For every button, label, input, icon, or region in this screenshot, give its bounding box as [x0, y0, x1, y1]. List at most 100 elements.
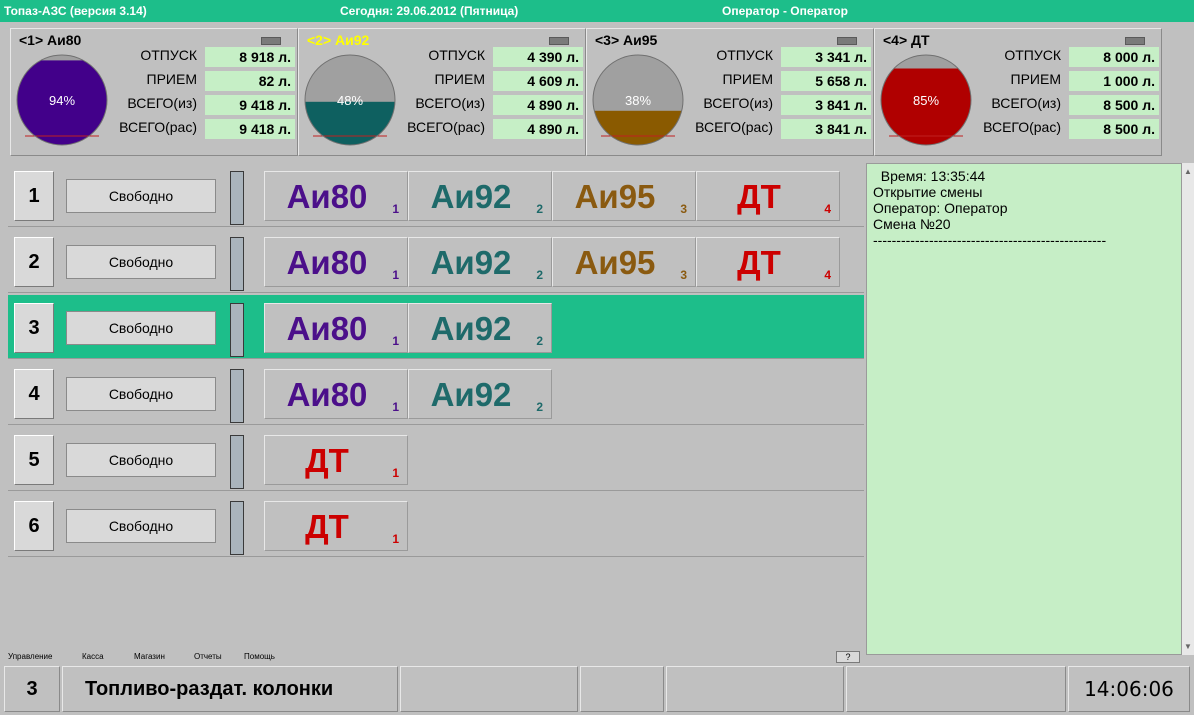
tank-label-total_calc: ВСЕГО(рас) — [407, 119, 485, 135]
pump-indicator — [230, 369, 244, 423]
nozzle-button[interactable]: ДТ 4 — [696, 171, 840, 221]
status-cell-1 — [400, 666, 578, 712]
app-title: Топаз-АЗС (версия 3.14) — [4, 4, 147, 18]
nozzle-fuel: Аи80 — [286, 178, 368, 215]
event-log: Время: 13:35:44 Открытие смены Оператор: О… — [866, 163, 1182, 655]
nozzle-button[interactable]: Аи80 1 — [264, 237, 408, 287]
clock: 14:06:06 — [1068, 666, 1190, 712]
nozzle-button[interactable]: Аи80 1 — [264, 369, 408, 419]
nozzle-fuel: ДТ — [737, 244, 781, 281]
pump-number[interactable]: 3 — [14, 303, 54, 353]
nozzle-button[interactable]: Аи92 2 — [408, 237, 552, 287]
nozzle-button[interactable]: ДТ 1 — [264, 435, 408, 485]
nozzle-button[interactable]: ДТ 4 — [696, 237, 840, 287]
pump-indicator — [230, 501, 244, 555]
nozzle-index: 1 — [392, 466, 399, 480]
nozzle-index: 2 — [536, 334, 543, 348]
tank-card: <3> Аи95 38% ОТПУСК 3 341 л. ПРИЕМ 5 658 л. ВС… — [586, 28, 874, 156]
nozzle-button[interactable]: Аи80 1 — [264, 171, 408, 221]
tank-percent: 38% — [625, 93, 651, 108]
pump-number[interactable]: 2 — [14, 237, 54, 287]
tank-title: <1> Аи80 — [19, 32, 82, 48]
scroll-down-icon[interactable]: ▼ — [1184, 642, 1192, 651]
pump-number[interactable]: 6 — [14, 501, 54, 551]
nozzle-fuel: Аи95 — [574, 178, 656, 215]
title-bar: Топаз-АЗС (версия 3.14) Сегодня: 29.06.2… — [0, 0, 1194, 22]
menu-shop[interactable]: Магазин — [134, 652, 165, 661]
nozzle-index: 1 — [392, 400, 399, 414]
pumps-panel: 1 Свободно Аи80 1 Аи92 2 Аи95 3 ДТ 4 2 Свободно Аи80… — [0, 163, 864, 647]
tank-label-in: ПРИЕМ — [1010, 71, 1061, 87]
pump-status-button[interactable]: Свободно — [66, 179, 216, 213]
pump-row[interactable]: 6 Свободно ДТ 1 — [8, 493, 864, 557]
menu-cash[interactable]: Касса — [82, 652, 104, 661]
log-line: Смена №20 — [873, 216, 951, 232]
tank-label-in: ПРИЕМ — [434, 71, 485, 87]
nozzle-fuel: Аи80 — [286, 244, 368, 281]
tank-label-out: ОТПУСК — [716, 47, 773, 63]
pump-indicator — [230, 435, 244, 489]
nozzle-fuel: ДТ — [305, 442, 349, 479]
tank-value-total_from: 8 500 л. — [1069, 95, 1159, 115]
pump-indicator — [230, 303, 244, 357]
nozzle-button[interactable]: Аи95 3 — [552, 237, 696, 287]
status-bar: 3 Топливо-раздат. колонки 14:06:06 — [0, 664, 1194, 715]
tank-value-in: 5 658 л. — [781, 71, 871, 91]
log-line: Открытие смены — [873, 184, 983, 200]
nozzle-button[interactable]: Аи80 1 — [264, 303, 408, 353]
tank-label-out: ОТПУСК — [428, 47, 485, 63]
pump-status-button[interactable]: Свободно — [66, 245, 216, 279]
tanks-panel: <1> Аи80 94% ОТПУСК 8 918 л. ПРИЕМ 82 л. ВСЕГО… — [0, 22, 1194, 160]
menu-control[interactable]: Управление — [8, 652, 52, 661]
tank-value-out: 8 918 л. — [205, 47, 295, 67]
status-cell-2 — [580, 666, 664, 712]
scroll-up-icon[interactable]: ▲ — [1184, 167, 1192, 176]
nozzle-button[interactable]: ДТ 1 — [264, 501, 408, 551]
tank-title: <4> ДТ — [883, 32, 930, 48]
menu-help[interactable]: Помощь — [244, 652, 275, 661]
tank-title: <3> Аи95 — [595, 32, 658, 48]
nozzle-index: 3 — [680, 268, 687, 282]
pump-status-button[interactable]: Свободно — [66, 509, 216, 543]
nozzle-button[interactable]: Аи92 2 — [408, 303, 552, 353]
pump-status-button[interactable]: Свободно — [66, 377, 216, 411]
tank-title: <2> Аи92 — [307, 32, 370, 48]
tank-value-in: 1 000 л. — [1069, 71, 1159, 91]
nozzle-index: 2 — [536, 400, 543, 414]
screen-number: 3 — [4, 666, 60, 712]
tank-indicator — [837, 37, 857, 45]
pump-number[interactable]: 4 — [14, 369, 54, 419]
pump-indicator — [230, 171, 244, 225]
pump-row[interactable]: 4 Свободно Аи80 1 Аи92 2 — [8, 361, 864, 425]
screen-title: Топливо-раздат. колонки — [62, 666, 398, 712]
help-button[interactable]: ? — [836, 651, 860, 663]
pump-row[interactable]: 1 Свободно Аи80 1 Аи92 2 Аи95 3 ДТ 4 — [8, 163, 864, 227]
log-line: Оператор: Оператор — [873, 200, 1008, 216]
pump-status-button[interactable]: Свободно — [66, 443, 216, 477]
nozzle-button[interactable]: Аи92 2 — [408, 369, 552, 419]
pump-row[interactable]: 5 Свободно ДТ 1 — [8, 427, 864, 491]
status-cell-4 — [846, 666, 1066, 712]
operator-label: Оператор - Оператор — [722, 4, 848, 18]
nozzle-button[interactable]: Аи92 2 — [408, 171, 552, 221]
tank-card: <1> Аи80 94% ОТПУСК 8 918 л. ПРИЕМ 82 л. ВСЕГО… — [10, 28, 298, 156]
tank-card: <4> ДТ 85% ОТПУСК 8 000 л. ПРИЕМ 1 000 л. ВСЕГ… — [874, 28, 1162, 156]
pump-number[interactable]: 1 — [14, 171, 54, 221]
tank-value-total_calc: 3 841 л. — [781, 119, 871, 139]
pump-row[interactable]: 3 Свободно Аи80 1 Аи92 2 — [8, 295, 864, 359]
log-scrollbar[interactable]: ▲ ▼ — [1182, 163, 1194, 655]
tank-label-total_from: ВСЕГО(из) — [703, 95, 773, 111]
nozzle-button[interactable]: Аи95 3 — [552, 171, 696, 221]
menu-reports[interactable]: Отчеты — [194, 652, 222, 661]
nozzle-fuel: Аи92 — [430, 310, 512, 347]
nozzle-fuel: Аи92 — [430, 244, 512, 281]
menu-bar: Управление Касса Магазин Отчеты Помощь ? — [0, 650, 866, 664]
pump-status-button[interactable]: Свободно — [66, 311, 216, 345]
pump-row[interactable]: 2 Свободно Аи80 1 Аи92 2 Аи95 3 ДТ 4 — [8, 229, 864, 293]
status-cell-3 — [666, 666, 844, 712]
pump-number[interactable]: 5 — [14, 435, 54, 485]
tank-percent: 48% — [337, 93, 363, 108]
tank-label-in: ПРИЕМ — [146, 71, 197, 87]
tank-value-out: 4 390 л. — [493, 47, 583, 67]
tank-value-total_calc: 9 418 л. — [205, 119, 295, 139]
